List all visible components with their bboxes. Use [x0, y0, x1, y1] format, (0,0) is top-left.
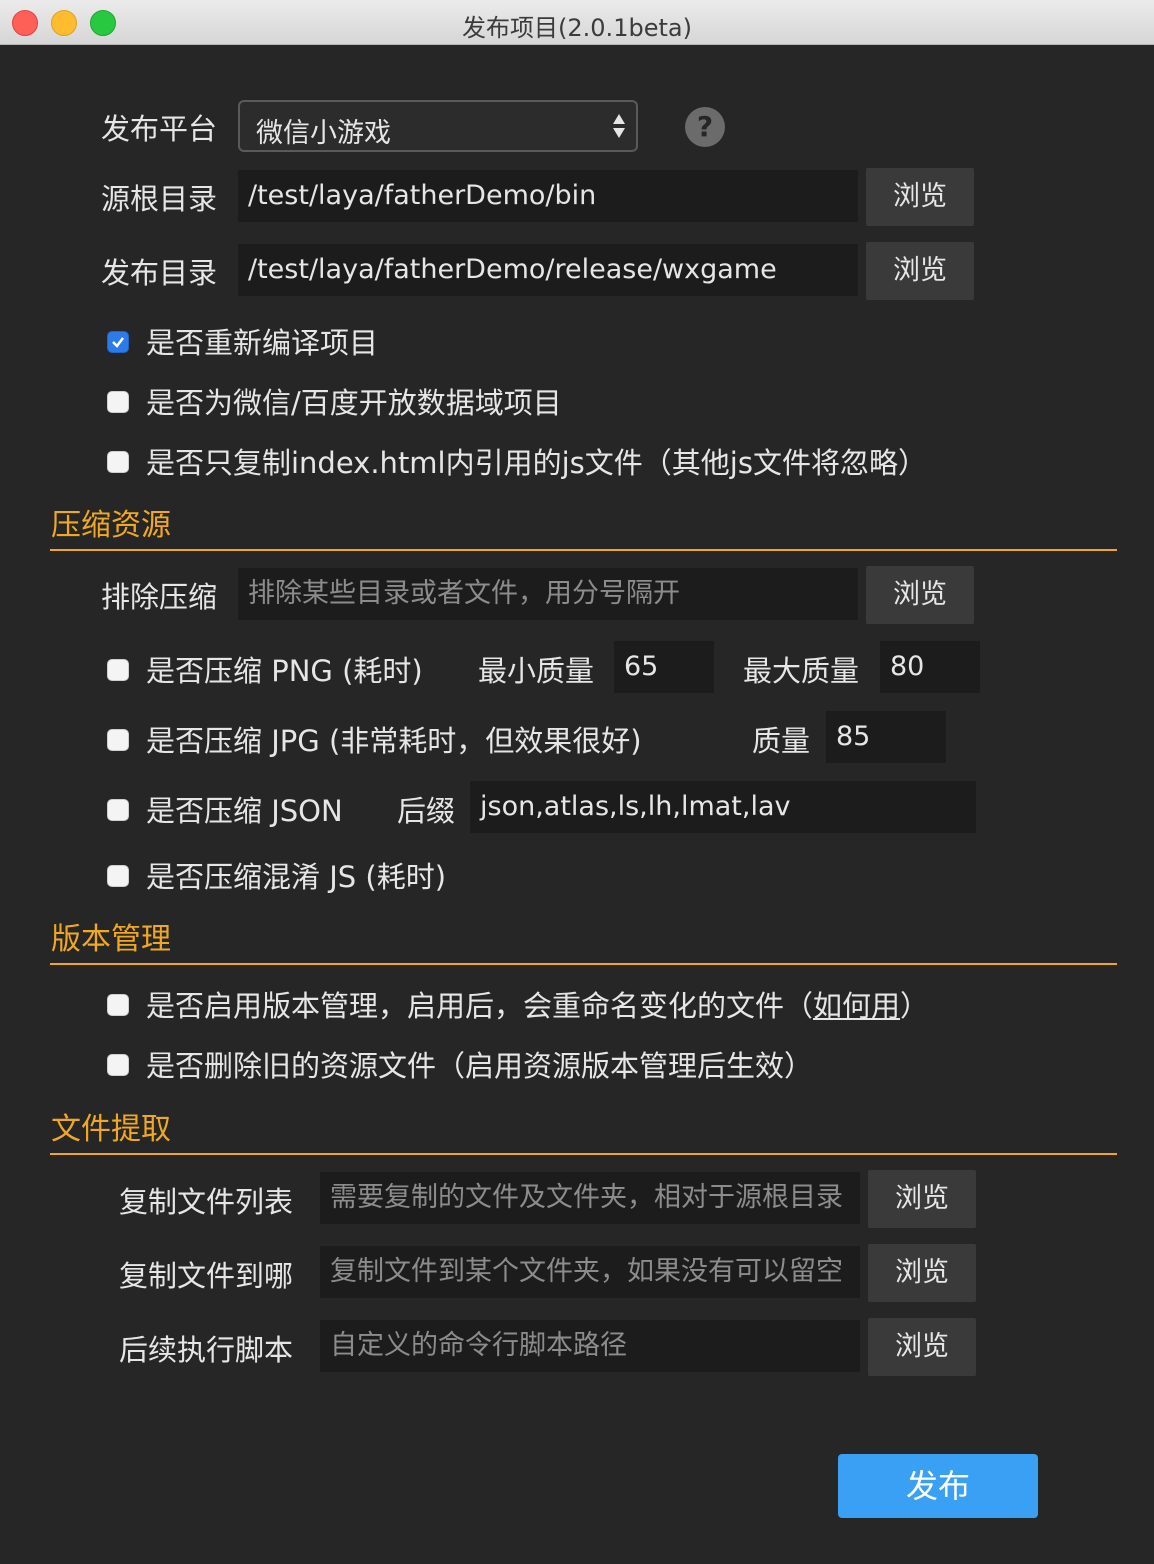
version-section-title: 版本管理	[51, 922, 171, 957]
source-dir-input[interactable]: /test/laya/fatherDemo/bin	[238, 170, 858, 222]
copy-list-input[interactable]: 需要复制的文件及文件夹，相对于源根目录	[320, 1172, 860, 1224]
png-min-quality-label: 最小质量	[478, 654, 595, 688]
window-title: 发布项目(2.0.1beta)	[462, 14, 692, 42]
publish-button[interactable]: 发布	[838, 1454, 1038, 1518]
script-label: 后续执行脚本	[119, 1333, 294, 1367]
compress-js-checkbox[interactable]	[107, 865, 129, 887]
copy-list-label: 复制文件列表	[119, 1185, 294, 1219]
jpg-quality-input[interactable]: 85	[826, 711, 946, 763]
delete-old-checkbox[interactable]	[107, 1054, 129, 1076]
compress-png-checkbox[interactable]	[107, 659, 129, 681]
compress-png-label: 是否压缩 PNG (耗时)	[146, 654, 423, 688]
release-dir-browse-button[interactable]: 浏览	[866, 242, 974, 300]
release-dir-label: 发布目录	[101, 256, 218, 290]
checkmark-icon	[112, 337, 124, 348]
script-browse-button[interactable]: 浏览	[868, 1318, 976, 1376]
delete-old-label: 是否删除旧的资源文件（启用资源版本管理后生效）	[146, 1049, 814, 1083]
copy-to-label: 复制文件到哪	[119, 1259, 294, 1293]
compress-jpg-label: 是否压缩 JPG (非常耗时，但效果很好)	[146, 724, 642, 758]
index-js-only-label: 是否只复制index.html内引用的js文件（其他js文件将忽略）	[146, 446, 927, 480]
script-input[interactable]: 自定义的命令行脚本路径	[320, 1320, 860, 1372]
source-dir-browse-button[interactable]: 浏览	[866, 168, 974, 226]
platform-select[interactable]: 微信小游戏	[238, 100, 638, 152]
copy-list-browse-button[interactable]: 浏览	[868, 1170, 976, 1228]
platform-select-value: 微信小游戏	[256, 118, 391, 149]
compress-jpg-checkbox[interactable]	[107, 729, 129, 751]
index-js-only-checkbox[interactable]	[107, 451, 129, 473]
jpg-quality-label: 质量	[752, 724, 811, 758]
help-icon[interactable]: ?	[685, 107, 725, 147]
png-max-quality-input[interactable]: 80	[880, 641, 980, 693]
copy-to-browse-button[interactable]: 浏览	[868, 1244, 976, 1302]
copy-to-input[interactable]: 复制文件到某个文件夹，如果没有可以留空	[320, 1246, 860, 1298]
recompile-checkbox[interactable]	[107, 331, 129, 353]
open-data-checkbox[interactable]	[107, 391, 129, 413]
section-divider	[50, 549, 1117, 551]
png-min-quality-input[interactable]: 65	[614, 641, 714, 693]
png-max-quality-label: 最大质量	[743, 654, 860, 688]
json-suffix-input[interactable]: json,atlas,ls,lh,lmat,lav	[470, 781, 976, 833]
compress-json-checkbox[interactable]	[107, 799, 129, 821]
exclude-input[interactable]: 排除某些目录或者文件，用分号隔开	[238, 568, 858, 620]
release-dir-input[interactable]: /test/laya/fatherDemo/release/wxgame	[238, 244, 858, 296]
window-titlebar: 发布项目(2.0.1beta)	[0, 0, 1154, 45]
platform-label: 发布平台	[101, 112, 218, 146]
source-dir-label: 源根目录	[101, 182, 218, 216]
compress-js-label: 是否压缩混淆 JS (耗时)	[146, 860, 447, 894]
compress-section-title: 压缩资源	[51, 508, 171, 543]
exclude-browse-button[interactable]: 浏览	[866, 566, 974, 624]
enable-version-label: 是否启用版本管理，启用后，会重命名变化的文件（如何用）	[146, 989, 930, 1023]
enable-version-checkbox[interactable]	[107, 994, 129, 1016]
json-suffix-label: 后缀	[397, 794, 456, 828]
compress-json-label: 是否压缩 JSON	[146, 794, 343, 828]
how-to-use-link[interactable]: 如何用	[813, 989, 900, 1023]
exclude-label: 排除压缩	[101, 580, 218, 614]
section-divider	[50, 1153, 1117, 1155]
extract-section-title: 文件提取	[51, 1112, 171, 1147]
open-data-label: 是否为微信/百度开放数据域项目	[146, 386, 562, 420]
section-divider	[50, 963, 1117, 965]
select-arrows-icon	[613, 114, 625, 138]
recompile-label: 是否重新编译项目	[146, 326, 379, 360]
